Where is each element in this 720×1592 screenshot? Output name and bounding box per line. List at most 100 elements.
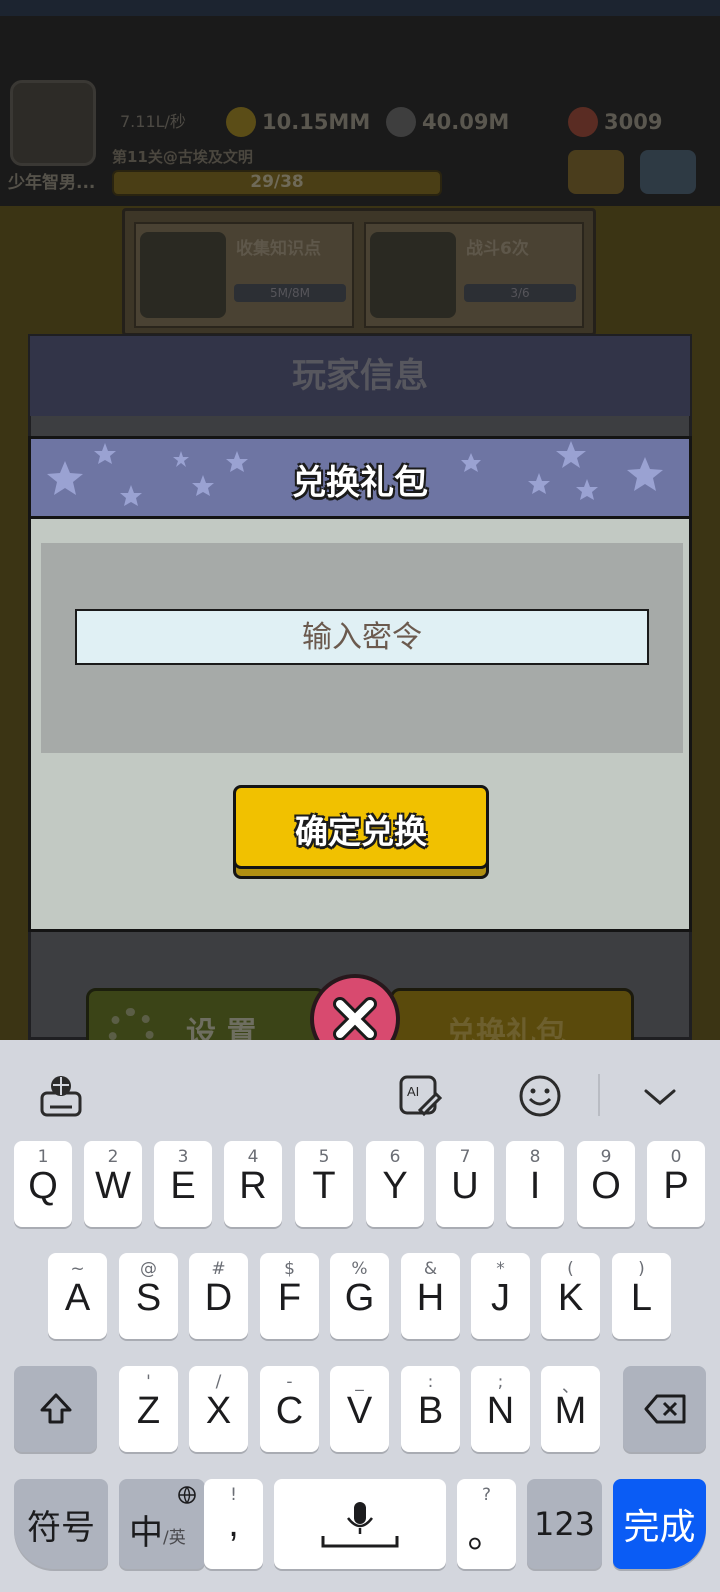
key-label: 。 [467, 1514, 506, 1556]
backspace-icon [623, 1366, 706, 1452]
key-alt: 3 [177, 1147, 189, 1167]
key-alt: 6 [389, 1147, 401, 1167]
key-r[interactable]: 4R [224, 1141, 282, 1227]
key-alt: 7 [459, 1147, 471, 1167]
key-alt: * [496, 1259, 505, 1279]
key-q[interactable]: 1Q [14, 1141, 72, 1227]
key-p[interactable]: 0P [647, 1141, 705, 1227]
key-e[interactable]: 3E [154, 1141, 212, 1227]
redeem-gift-label: 兑换礼包 [446, 1016, 566, 1040]
key-alt: $ [284, 1259, 295, 1279]
key-o[interactable]: 9O [577, 1141, 635, 1227]
key-alt: 8 [529, 1147, 541, 1167]
key-j[interactable]: * J [471, 1253, 530, 1339]
key-g[interactable]: % G [330, 1253, 389, 1339]
done-key[interactable]: 完成 [613, 1479, 706, 1569]
key-i[interactable]: 8I [506, 1141, 564, 1227]
key-label: Q [28, 1165, 58, 1207]
key-alt: 5 [318, 1147, 330, 1167]
key-l[interactable]: ) L [612, 1253, 671, 1339]
key-alt: ' [146, 1372, 151, 1392]
key-s[interactable]: @ S [119, 1253, 178, 1339]
resource-coins[interactable]: 10.15MM [226, 104, 370, 140]
ai-pen-icon[interactable]: AI [396, 1068, 444, 1124]
key-alt: ; [497, 1372, 504, 1392]
key-alt: # [211, 1259, 226, 1279]
resource-gears[interactable]: 40.09M [386, 104, 509, 140]
key-alt: @ [140, 1259, 157, 1279]
key-alt: 1 [37, 1147, 49, 1167]
space-key[interactable] [274, 1479, 446, 1569]
key-label: S [135, 1277, 162, 1319]
key-alt: 9 [600, 1147, 612, 1167]
resource-gems[interactable]: 3009 [568, 104, 662, 140]
keyboard-globe-icon[interactable] [36, 1068, 86, 1124]
key-label: I [529, 1165, 541, 1207]
chevron-down-icon[interactable] [636, 1068, 684, 1124]
key-f[interactable]: $ F [260, 1253, 319, 1339]
key-alt: & [423, 1259, 438, 1279]
task-title: 战斗6次 [466, 239, 529, 259]
redeem-code-input[interactable] [75, 609, 649, 665]
player-info-title: 玩家信息 [292, 356, 428, 396]
key-b[interactable]: :B [401, 1366, 460, 1452]
numbers-key[interactable]: 123 [527, 1479, 602, 1569]
key-w[interactable]: 2W [84, 1141, 142, 1227]
key-a[interactable]: ~ A [48, 1253, 107, 1339]
key-h[interactable]: & H [401, 1253, 460, 1339]
income-rate: 7.11L/秒 [120, 112, 186, 131]
backspace-key[interactable] [623, 1366, 706, 1452]
key-y[interactable]: 6Y [366, 1141, 424, 1227]
key-v[interactable]: _ V [330, 1366, 389, 1452]
key-alt: ( [567, 1259, 574, 1279]
key-alt: ! [230, 1485, 237, 1505]
key-label: E [170, 1165, 196, 1207]
task-progress: 3/6 [464, 284, 576, 302]
shift-key[interactable] [14, 1366, 97, 1452]
key-c[interactable]: -C [260, 1366, 319, 1452]
settings-label: 设 置 [186, 1016, 257, 1040]
key-label: , [228, 1503, 239, 1545]
cauldron-icon [140, 232, 226, 318]
key-label: H [416, 1277, 445, 1319]
comma-key[interactable]: !, [204, 1479, 263, 1569]
symbols-label: 符号 [27, 1507, 95, 1548]
shift-icon [14, 1366, 97, 1452]
red-gem-icon [568, 107, 598, 137]
symbols-key[interactable]: 符号 [14, 1479, 108, 1569]
key-t[interactable]: 5T [295, 1141, 353, 1227]
key-label: R [239, 1165, 267, 1207]
stage-label: 第11关@古埃及文明 [112, 148, 253, 166]
lang-sub: /英 [163, 1528, 186, 1548]
key-alt: 0 [670, 1147, 682, 1167]
language-switch-key[interactable]: 中 /英 [119, 1479, 205, 1569]
confirm-redeem-button[interactable]: 确定兑换 [233, 785, 489, 881]
emoji-icon[interactable] [516, 1068, 564, 1124]
gear-gem-icon [386, 107, 416, 137]
dialog-header: 兑换礼包 [31, 439, 689, 519]
status-bar [0, 0, 720, 16]
key-alt: ) [638, 1259, 645, 1279]
crown-coin-icon [226, 107, 256, 137]
key-alt: ~ [70, 1259, 85, 1279]
key-k[interactable]: (K [541, 1253, 600, 1339]
key-label: N [486, 1390, 515, 1432]
key-label: Z [136, 1390, 161, 1432]
key-label: M [554, 1390, 587, 1432]
period-key[interactable]: ?。 [457, 1479, 516, 1569]
key-u[interactable]: 7U [436, 1141, 494, 1227]
shop-icon[interactable] [568, 150, 624, 194]
key-z[interactable]: ' Z [119, 1366, 178, 1452]
globe-icon [177, 1485, 197, 1509]
key-n[interactable]: ; N [471, 1366, 530, 1452]
key-label: F [277, 1277, 302, 1319]
key-m[interactable]: 、 M [541, 1366, 600, 1452]
key-d[interactable]: # D [189, 1253, 248, 1339]
map-icon[interactable] [640, 150, 696, 194]
redeem-dialog: 兑换礼包 确定兑换 [28, 436, 692, 932]
key-label: A [64, 1277, 91, 1319]
key-x[interactable]: / X [189, 1366, 248, 1452]
dialog-title: 兑换礼包 [292, 463, 428, 503]
key-label: C [275, 1390, 304, 1432]
avatar[interactable] [10, 80, 96, 166]
